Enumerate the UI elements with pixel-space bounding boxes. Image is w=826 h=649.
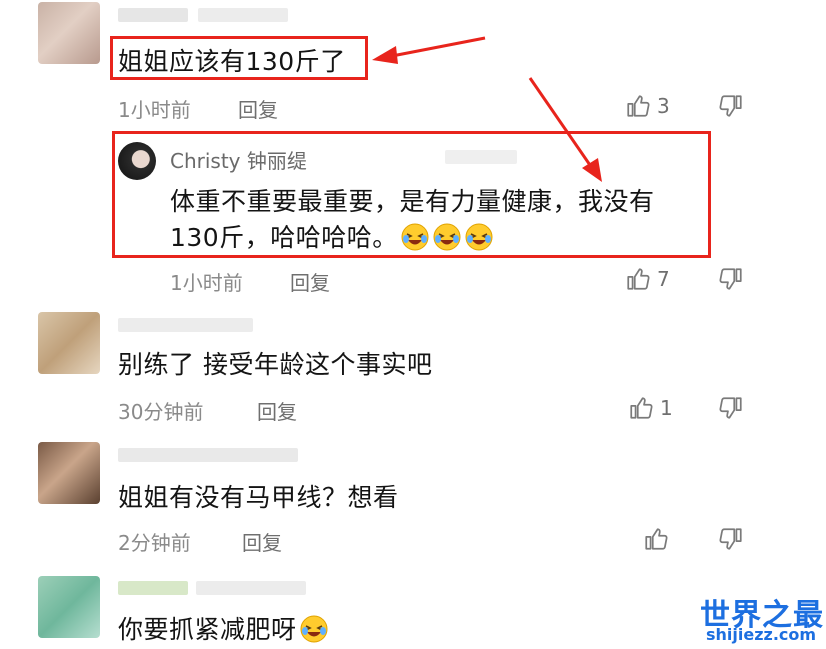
thumbs-up-icon — [625, 93, 651, 119]
like-button[interactable] — [643, 526, 669, 552]
username-blurred — [118, 8, 188, 22]
avatar[interactable] — [38, 576, 100, 638]
thumbs-up-icon — [628, 395, 654, 421]
dislike-button[interactable] — [718, 395, 744, 421]
thumbs-down-icon — [718, 93, 744, 119]
highlight-box — [112, 131, 711, 258]
thumbs-up-icon — [643, 526, 669, 552]
like-button[interactable]: 3 — [625, 93, 670, 119]
username-blurred — [198, 8, 288, 22]
thumbs-up-icon — [625, 266, 651, 292]
like-count: 1 — [660, 396, 673, 420]
thumbs-down-icon — [718, 526, 744, 552]
username-blurred — [118, 318, 253, 332]
thumbs-down-icon — [718, 395, 744, 421]
reply-button[interactable]: 回复 — [238, 94, 278, 123]
laughing-crying-emoji-icon — [297, 615, 329, 644]
username-blurred — [196, 581, 306, 595]
reply-time: 1小时前 — [170, 271, 243, 295]
comment-text: 姐姐有没有马甲线？想看 — [118, 483, 399, 512]
thumbs-down-icon — [718, 266, 744, 292]
username-blurred — [118, 448, 298, 462]
like-button[interactable]: 7 — [625, 266, 670, 292]
dislike-button[interactable] — [718, 93, 744, 119]
comment-text: 你要抓紧减肥呀 — [118, 610, 329, 646]
dislike-button[interactable] — [718, 526, 744, 552]
reply-button[interactable]: 回复 — [242, 527, 282, 556]
reply-button[interactable]: 回复 — [257, 396, 297, 425]
comment-time: 1小时前 — [118, 98, 191, 122]
avatar[interactable] — [38, 2, 100, 64]
username-blurred — [118, 581, 188, 595]
avatar[interactable] — [38, 312, 100, 374]
like-count: 3 — [657, 94, 670, 118]
watermark-url: shijiezz.com — [706, 625, 817, 644]
highlight-box — [110, 36, 368, 80]
avatar[interactable] — [38, 442, 100, 504]
comment-time: 30分钟前 — [118, 400, 204, 424]
like-button[interactable]: 1 — [628, 395, 673, 421]
dislike-button[interactable] — [718, 266, 744, 292]
reply-button[interactable]: 回复 — [290, 267, 330, 296]
comment-time: 2分钟前 — [118, 531, 191, 555]
like-count: 7 — [657, 267, 670, 291]
comment-text: 别练了 接受年龄这个事实吧 — [118, 350, 433, 379]
